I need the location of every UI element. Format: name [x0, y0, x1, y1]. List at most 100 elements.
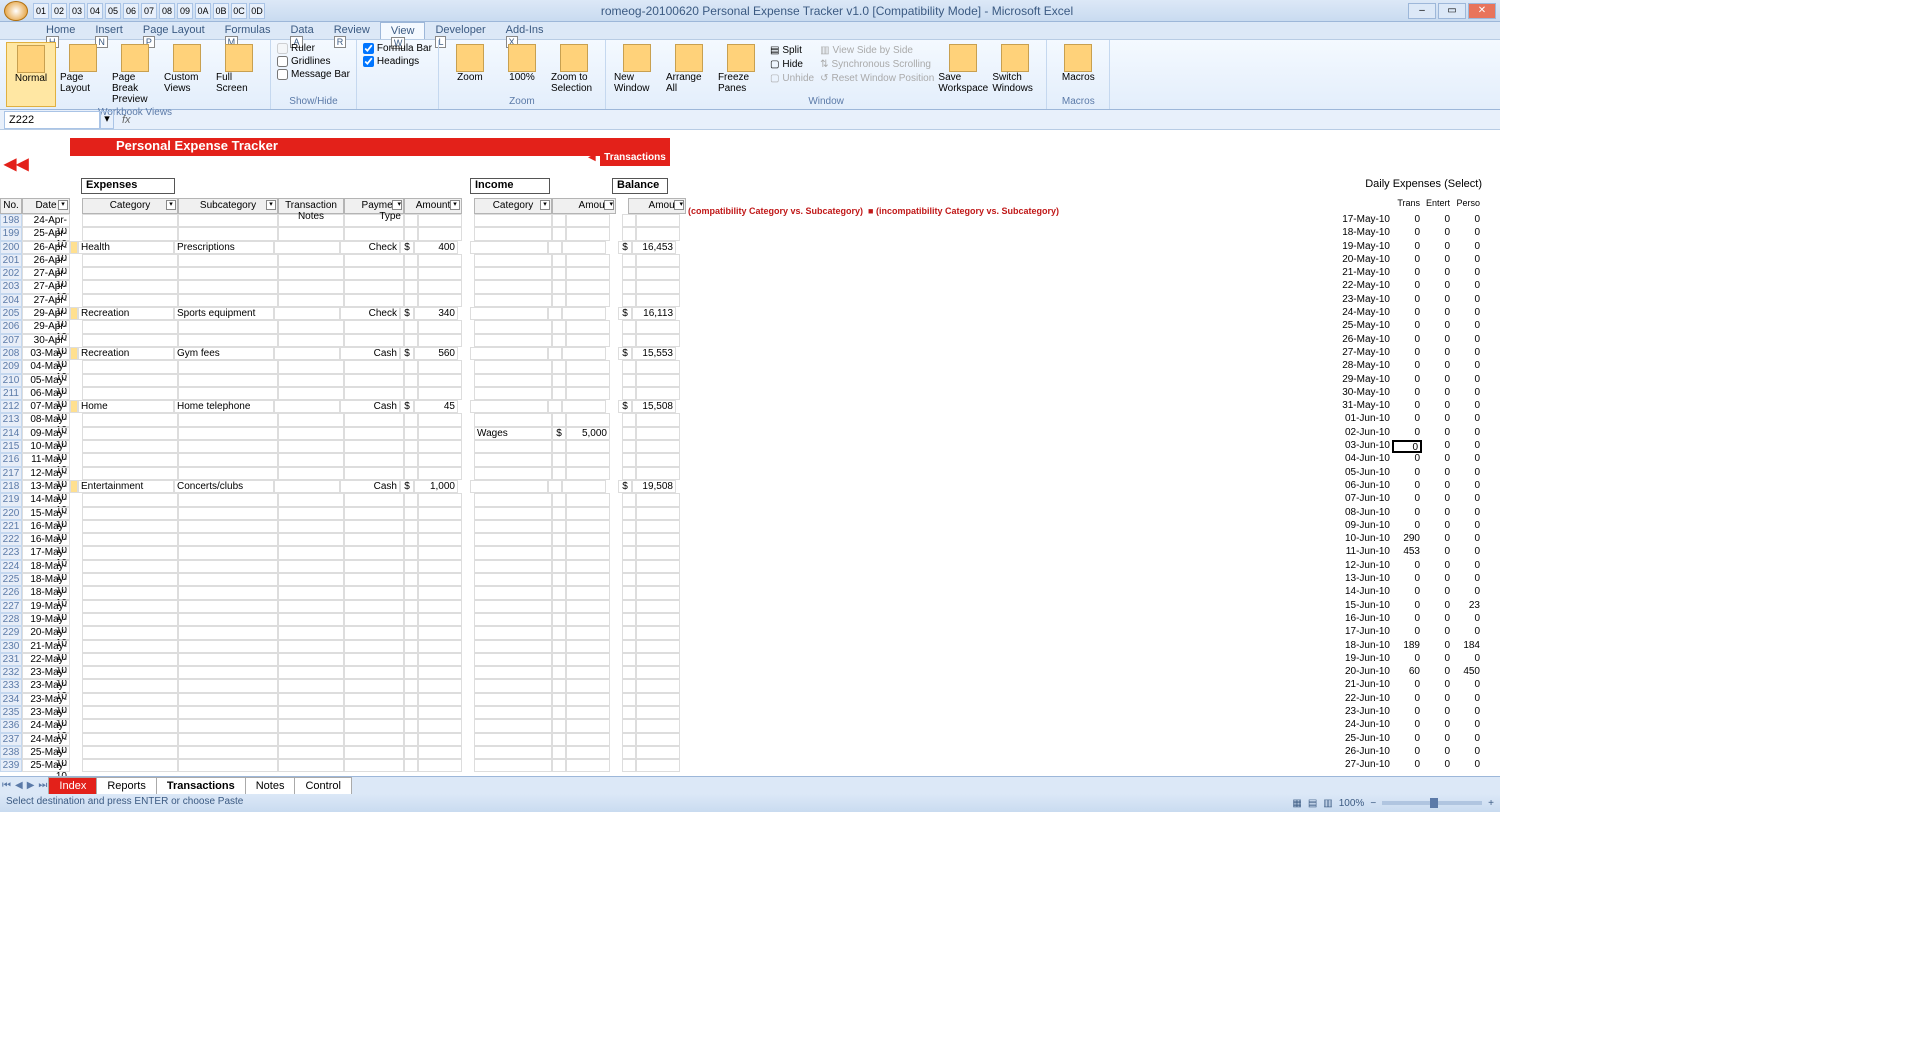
view-break-icon[interactable]: ▥ — [1323, 798, 1332, 809]
table-row[interactable]: 21308-May-10 — [0, 413, 1500, 426]
sheet-tab-index[interactable]: Index — [48, 777, 97, 795]
ribbon-tab-view[interactable]: ViewW — [380, 22, 426, 39]
qat-item[interactable]: 01 — [33, 3, 49, 19]
new-window-button[interactable]: New Window — [612, 42, 662, 96]
zoom-100-button[interactable]: 100% — [497, 42, 547, 96]
daily-row[interactable]: 20-May-10000 — [1342, 254, 1482, 267]
sheet-tab-reports[interactable]: Reports — [96, 777, 157, 795]
daily-row[interactable]: 17-May-10000 — [1342, 214, 1482, 227]
table-row[interactable]: 20730-Apr-10 — [0, 334, 1500, 347]
formula-bar-checkbox[interactable]: Formula Bar — [363, 42, 432, 55]
daily-row[interactable]: 04-Jun-10000 — [1342, 453, 1482, 466]
daily-row[interactable]: 02-Jun-10000 — [1342, 427, 1482, 440]
qat-item[interactable]: 0B — [213, 3, 229, 19]
table-row[interactable]: 22116-May-10 — [0, 520, 1500, 533]
table-row[interactable]: 23021-May-10 — [0, 640, 1500, 653]
daily-row[interactable]: 23-Jun-10000 — [1342, 706, 1482, 719]
qat-item[interactable]: 08 — [159, 3, 175, 19]
table-row[interactable]: 21813-May-10EntertainmentConcerts/clubsC… — [0, 480, 1500, 493]
table-row[interactable]: 22317-May-10 — [0, 546, 1500, 559]
table-row[interactable]: 23624-May-10 — [0, 719, 1500, 732]
custom-views-button[interactable]: Custom Views — [162, 42, 212, 107]
daily-row[interactable]: 25-Jun-10000 — [1342, 733, 1482, 746]
daily-row[interactable]: 18-May-10000 — [1342, 227, 1482, 240]
tab-nav-prev[interactable]: ◀ — [13, 780, 25, 791]
sheet-tab-notes[interactable]: Notes — [245, 777, 296, 795]
qat-item[interactable]: 07 — [141, 3, 157, 19]
ruler-checkbox[interactable]: Ruler — [277, 42, 350, 55]
table-row[interactable]: 19824-Apr-10 — [0, 214, 1500, 227]
table-row[interactable]: 21712-May-10 — [0, 467, 1500, 480]
table-row[interactable]: 23925-May-10 — [0, 759, 1500, 772]
col-amount[interactable]: Amount▾ — [404, 198, 462, 214]
qat-item[interactable]: 0C — [231, 3, 247, 19]
gridlines-checkbox[interactable]: Gridlines — [277, 55, 350, 68]
worksheet[interactable]: Personal Expense Tracker ◀◀ ◀ Transactio… — [0, 130, 1500, 776]
split-button[interactable]: ▤Split — [770, 44, 814, 57]
table-row[interactable]: 20126-Apr-10 — [0, 254, 1500, 267]
daily-row[interactable]: 30-May-10000 — [1342, 387, 1482, 400]
table-row[interactable]: 21207-May-10HomeHome telephoneCash$45$15… — [0, 400, 1500, 413]
fx-icon[interactable]: fx — [114, 114, 139, 126]
table-row[interactable]: 20227-Apr-10 — [0, 267, 1500, 280]
daily-row[interactable]: 19-Jun-10000 — [1342, 653, 1482, 666]
qat-item[interactable]: 0A — [195, 3, 211, 19]
table-row[interactable]: 23724-May-10 — [0, 733, 1500, 746]
daily-row[interactable]: 12-Jun-10000 — [1342, 560, 1482, 573]
arrange-all-button[interactable]: Arrange All — [664, 42, 714, 96]
reset-position-button[interactable]: ↺Reset Window Position — [820, 72, 934, 85]
table-row[interactable]: 22920-May-10 — [0, 626, 1500, 639]
col-category[interactable]: Category▾ — [82, 198, 178, 214]
table-row[interactable]: 20629-Apr-10 — [0, 320, 1500, 333]
freeze-panes-button[interactable]: Freeze Panes — [716, 42, 766, 96]
minimize-button[interactable]: – — [1408, 3, 1436, 19]
table-row[interactable]: 22518-May-10 — [0, 573, 1500, 586]
nav-back-icon[interactable]: ◀◀ — [4, 154, 29, 174]
daily-row[interactable]: 21-Jun-10000 — [1342, 679, 1482, 692]
table-row[interactable]: 20803-May-10RecreationGym feesCash$560$1… — [0, 347, 1500, 360]
headings-checkbox[interactable]: Headings — [363, 55, 432, 68]
message-bar-checkbox[interactable]: Message Bar — [277, 68, 350, 81]
table-row[interactable]: 21611-May-10 — [0, 453, 1500, 466]
daily-row[interactable]: 22-May-10000 — [1342, 280, 1482, 293]
daily-row[interactable]: 16-Jun-10000 — [1342, 613, 1482, 626]
daily-row[interactable]: 17-Jun-10000 — [1342, 626, 1482, 639]
col-date[interactable]: Date▾ — [22, 198, 70, 214]
table-row[interactable]: 23323-May-10 — [0, 679, 1500, 692]
daily-row[interactable]: 21-May-10000 — [1342, 267, 1482, 280]
table-row[interactable]: 22819-May-10 — [0, 613, 1500, 626]
table-row[interactable]: 23423-May-10 — [0, 693, 1500, 706]
daily-row[interactable]: 11-Jun-1045300 — [1342, 546, 1482, 559]
zoom-level[interactable]: 100% — [1339, 798, 1365, 809]
table-row[interactable]: 22719-May-10 — [0, 600, 1500, 613]
zoom-in-button[interactable]: + — [1488, 798, 1494, 809]
ribbon-tab-formulas[interactable]: FormulasM — [215, 22, 281, 39]
switch-windows-button[interactable]: Switch Windows — [990, 42, 1040, 96]
ribbon-tab-data[interactable]: DataA — [280, 22, 323, 39]
col-income-amount[interactable]: Amount▾ — [552, 198, 616, 214]
daily-row[interactable]: 28-May-10000 — [1342, 360, 1482, 373]
daily-row[interactable]: 23-May-10000 — [1342, 294, 1482, 307]
col-payment[interactable]: Payment Type▾ — [344, 198, 404, 214]
daily-row[interactable]: 10-Jun-1029000 — [1342, 533, 1482, 546]
zoom-selection-button[interactable]: Zoom to Selection — [549, 42, 599, 96]
daily-row[interactable]: 08-Jun-10000 — [1342, 507, 1482, 520]
qat-item[interactable]: 03 — [69, 3, 85, 19]
table-row[interactable]: 20026-Apr-10HealthPrescriptionsCheck$400… — [0, 241, 1500, 254]
table-row[interactable]: 21914-May-10 — [0, 493, 1500, 506]
table-row[interactable]: 22216-May-10 — [0, 533, 1500, 546]
zoom-slider[interactable] — [1382, 801, 1482, 805]
daily-row[interactable]: 18-Jun-101890184 — [1342, 640, 1482, 653]
table-row[interactable]: 23825-May-10 — [0, 746, 1500, 759]
daily-row[interactable]: 13-Jun-10000 — [1342, 573, 1482, 586]
table-row[interactable]: 21106-May-10 — [0, 387, 1500, 400]
daily-row[interactable]: 19-May-10000 — [1342, 241, 1482, 254]
table-row[interactable]: 19925-Apr-10 — [0, 227, 1500, 240]
ribbon-tab-review[interactable]: ReviewR — [324, 22, 380, 39]
ribbon-tab-developer[interactable]: DeveloperL — [425, 22, 495, 39]
daily-row[interactable]: 15-Jun-100023 — [1342, 600, 1482, 613]
maximize-button[interactable]: ▭ — [1438, 3, 1466, 19]
col-notes[interactable]: Transaction Notes — [278, 198, 344, 214]
table-row[interactable]: 23223-May-10 — [0, 666, 1500, 679]
sheet-tab-transactions[interactable]: Transactions — [156, 777, 246, 795]
